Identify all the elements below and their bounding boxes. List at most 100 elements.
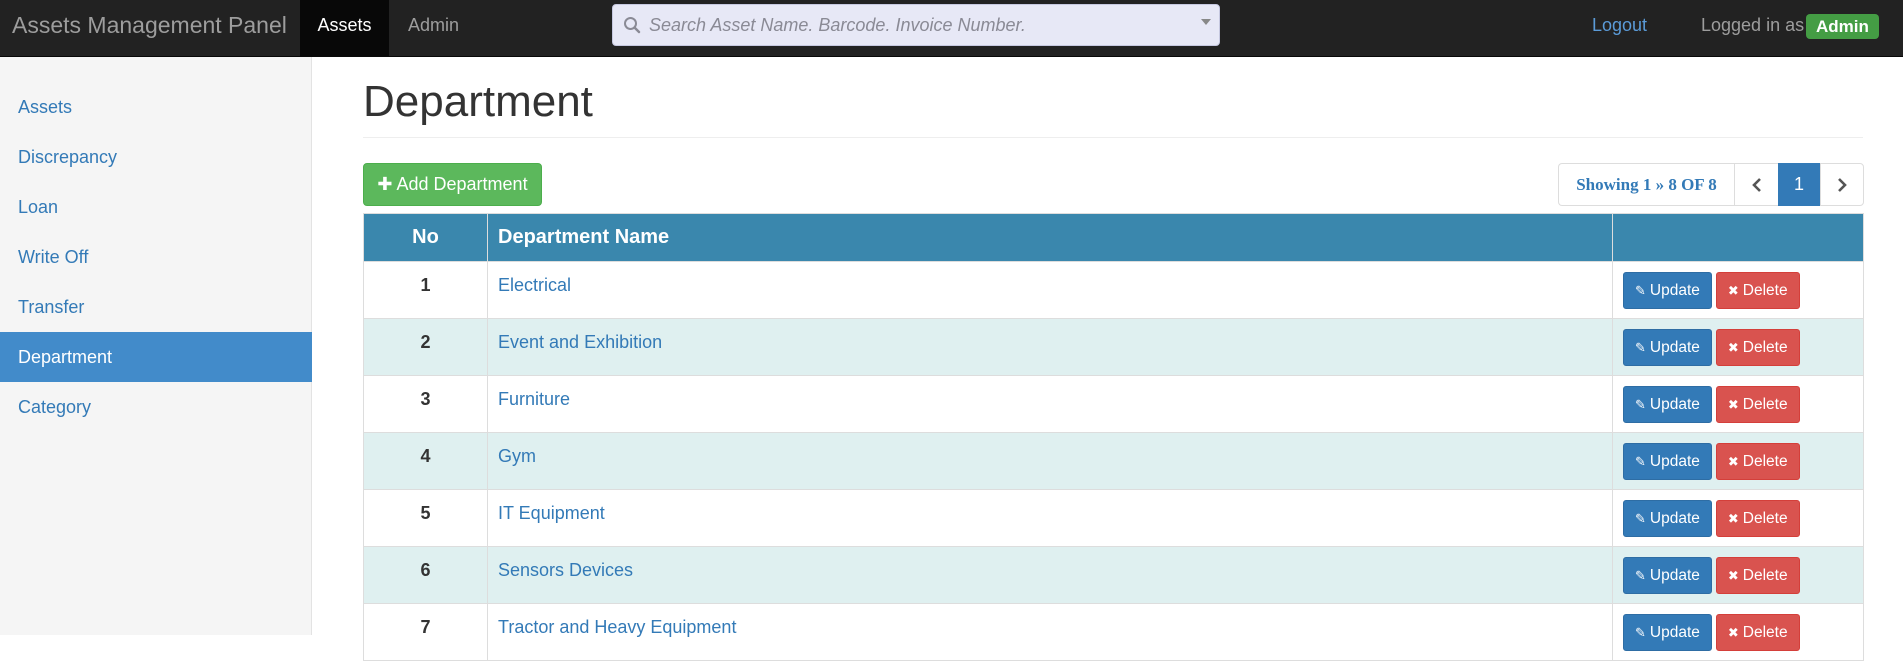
row-actions: ✎ Update ✖ Delete: [1612, 546, 1864, 604]
table-row: 5 IT Equipment ✎ Update ✖ Delete: [363, 489, 1864, 547]
row-number: 6: [363, 546, 488, 604]
row-number: 4: [363, 432, 488, 490]
department-name-link[interactable]: Event and Exhibition: [487, 318, 1613, 376]
row-actions: ✎ Update ✖ Delete: [1612, 318, 1864, 376]
update-button[interactable]: ✎ Update: [1623, 329, 1712, 366]
column-header-department-name: Department Name: [487, 213, 1613, 262]
delete-button[interactable]: ✖ Delete: [1715, 557, 1800, 594]
pencil-icon: ✎: [1635, 283, 1646, 298]
column-header-actions: [1612, 213, 1864, 262]
department-name-link[interactable]: Tractor and Heavy Equipment: [487, 603, 1613, 661]
close-icon: ✖: [1727, 340, 1739, 355]
sidebar-item-discrepancy[interactable]: Discrepancy: [0, 132, 312, 182]
update-label: Update: [1649, 624, 1700, 641]
delete-button[interactable]: ✖ Delete: [1715, 329, 1800, 366]
table-row: 2 Event and Exhibition ✎ Update ✖ Delete: [363, 318, 1864, 376]
update-label: Update: [1649, 567, 1700, 584]
delete-label: Delete: [1742, 510, 1788, 527]
sidebar-item-transfer[interactable]: Transfer: [0, 282, 312, 332]
logged-in-label: Logged in as: [1701, 15, 1805, 35]
title-divider: [363, 137, 1863, 138]
brand-title[interactable]: Assets Management Panel: [12, 0, 287, 57]
table-row: 4 Gym ✎ Update ✖ Delete: [363, 432, 1864, 490]
pencil-icon: ✎: [1635, 511, 1646, 526]
sidebar-item-category[interactable]: Category: [0, 382, 312, 432]
search-icon: [624, 17, 641, 34]
update-button[interactable]: ✎ Update: [1623, 614, 1712, 651]
close-icon: ✖: [1727, 283, 1739, 298]
delete-label: Delete: [1742, 453, 1788, 470]
add-department-label: Add Department: [396, 174, 528, 194]
delete-button[interactable]: ✖ Delete: [1715, 386, 1800, 423]
pencil-icon: ✎: [1635, 625, 1646, 640]
pencil-icon: ✎: [1635, 397, 1646, 412]
update-button[interactable]: ✎ Update: [1623, 443, 1712, 480]
pencil-icon: ✎: [1635, 454, 1646, 469]
update-label: Update: [1649, 510, 1700, 527]
search-box[interactable]: [612, 4, 1220, 46]
row-actions: ✎ Update ✖ Delete: [1612, 432, 1864, 490]
row-actions: ✎ Update ✖ Delete: [1612, 489, 1864, 547]
department-name-link[interactable]: Furniture: [487, 375, 1613, 433]
update-label: Update: [1649, 453, 1700, 470]
delete-button[interactable]: ✖ Delete: [1715, 614, 1800, 651]
table-row: 3 Furniture ✎ Update ✖ Delete: [363, 375, 1864, 433]
sidebar-item-department[interactable]: Department: [0, 332, 312, 382]
update-button[interactable]: ✎ Update: [1623, 500, 1712, 537]
update-label: Update: [1649, 339, 1700, 356]
close-icon: ✖: [1727, 511, 1739, 526]
table-row: 7 Tractor and Heavy Equipment ✎ Update ✖ Dele…: [363, 603, 1864, 661]
table-header-row: No Department Name: [363, 213, 1864, 262]
department-name-link[interactable]: IT Equipment: [487, 489, 1613, 547]
pagination-next-button[interactable]: [1820, 163, 1864, 206]
update-button[interactable]: ✎ Update: [1623, 386, 1712, 423]
add-department-button[interactable]: ✚ Add Department: [363, 163, 542, 206]
plus-icon: ✚: [377, 174, 393, 194]
sidebar-item-loan[interactable]: Loan: [0, 182, 312, 232]
delete-button[interactable]: ✖ Delete: [1715, 500, 1800, 537]
chevron-left-icon: [1751, 178, 1761, 192]
close-icon: ✖: [1727, 454, 1739, 469]
department-name-link[interactable]: Sensors Devices: [487, 546, 1613, 604]
page-title: Department: [363, 77, 593, 126]
pagination-page-1[interactable]: 1: [1778, 163, 1820, 206]
row-number: 3: [363, 375, 488, 433]
department-name-link[interactable]: Gym: [487, 432, 1613, 490]
delete-button[interactable]: ✖ Delete: [1715, 443, 1800, 480]
row-number: 2: [363, 318, 488, 376]
update-button[interactable]: ✎ Update: [1623, 272, 1712, 309]
delete-label: Delete: [1742, 282, 1788, 299]
department-table: No Department Name 1 Electrical ✎ Update ✖ De…: [363, 213, 1864, 661]
delete-label: Delete: [1742, 624, 1788, 641]
row-actions: ✎ Update ✖ Delete: [1612, 603, 1864, 661]
pagination-prev-button[interactable]: [1734, 163, 1778, 206]
logout-link[interactable]: Logout: [1592, 0, 1647, 50]
search-input[interactable]: [645, 5, 1193, 45]
delete-label: Delete: [1742, 567, 1788, 584]
update-button[interactable]: ✎ Update: [1623, 557, 1712, 594]
delete-label: Delete: [1742, 396, 1788, 413]
row-number: 7: [363, 603, 488, 661]
department-name-link[interactable]: Electrical: [487, 261, 1613, 319]
chevron-down-icon[interactable]: [1201, 19, 1211, 25]
sidebar-item-assets[interactable]: Assets: [0, 82, 312, 132]
nav-tab-admin[interactable]: Admin: [389, 0, 478, 57]
row-number: 1: [363, 261, 488, 319]
sidebar-item-write-off[interactable]: Write Off: [0, 232, 312, 282]
top-navbar: Assets Management Panel Assets Admin Log…: [0, 0, 1903, 57]
update-label: Update: [1649, 396, 1700, 413]
column-header-no: No: [363, 213, 488, 262]
row-actions: ✎ Update ✖ Delete: [1612, 375, 1864, 433]
delete-button[interactable]: ✖ Delete: [1715, 272, 1800, 309]
table-row: 6 Sensors Devices ✎ Update ✖ Delete: [363, 546, 1864, 604]
close-icon: ✖: [1727, 568, 1739, 583]
pencil-icon: ✎: [1635, 568, 1646, 583]
pagination-info: Showing 1 » 8 OF 8: [1558, 163, 1734, 206]
close-icon: ✖: [1727, 625, 1739, 640]
sidebar: Assets Discrepancy Loan Write Off Transf…: [0, 57, 312, 635]
chevron-right-icon: [1838, 178, 1847, 192]
close-icon: ✖: [1727, 397, 1739, 412]
update-label: Update: [1649, 282, 1700, 299]
row-number: 5: [363, 489, 488, 547]
nav-tab-assets[interactable]: Assets: [300, 0, 389, 57]
